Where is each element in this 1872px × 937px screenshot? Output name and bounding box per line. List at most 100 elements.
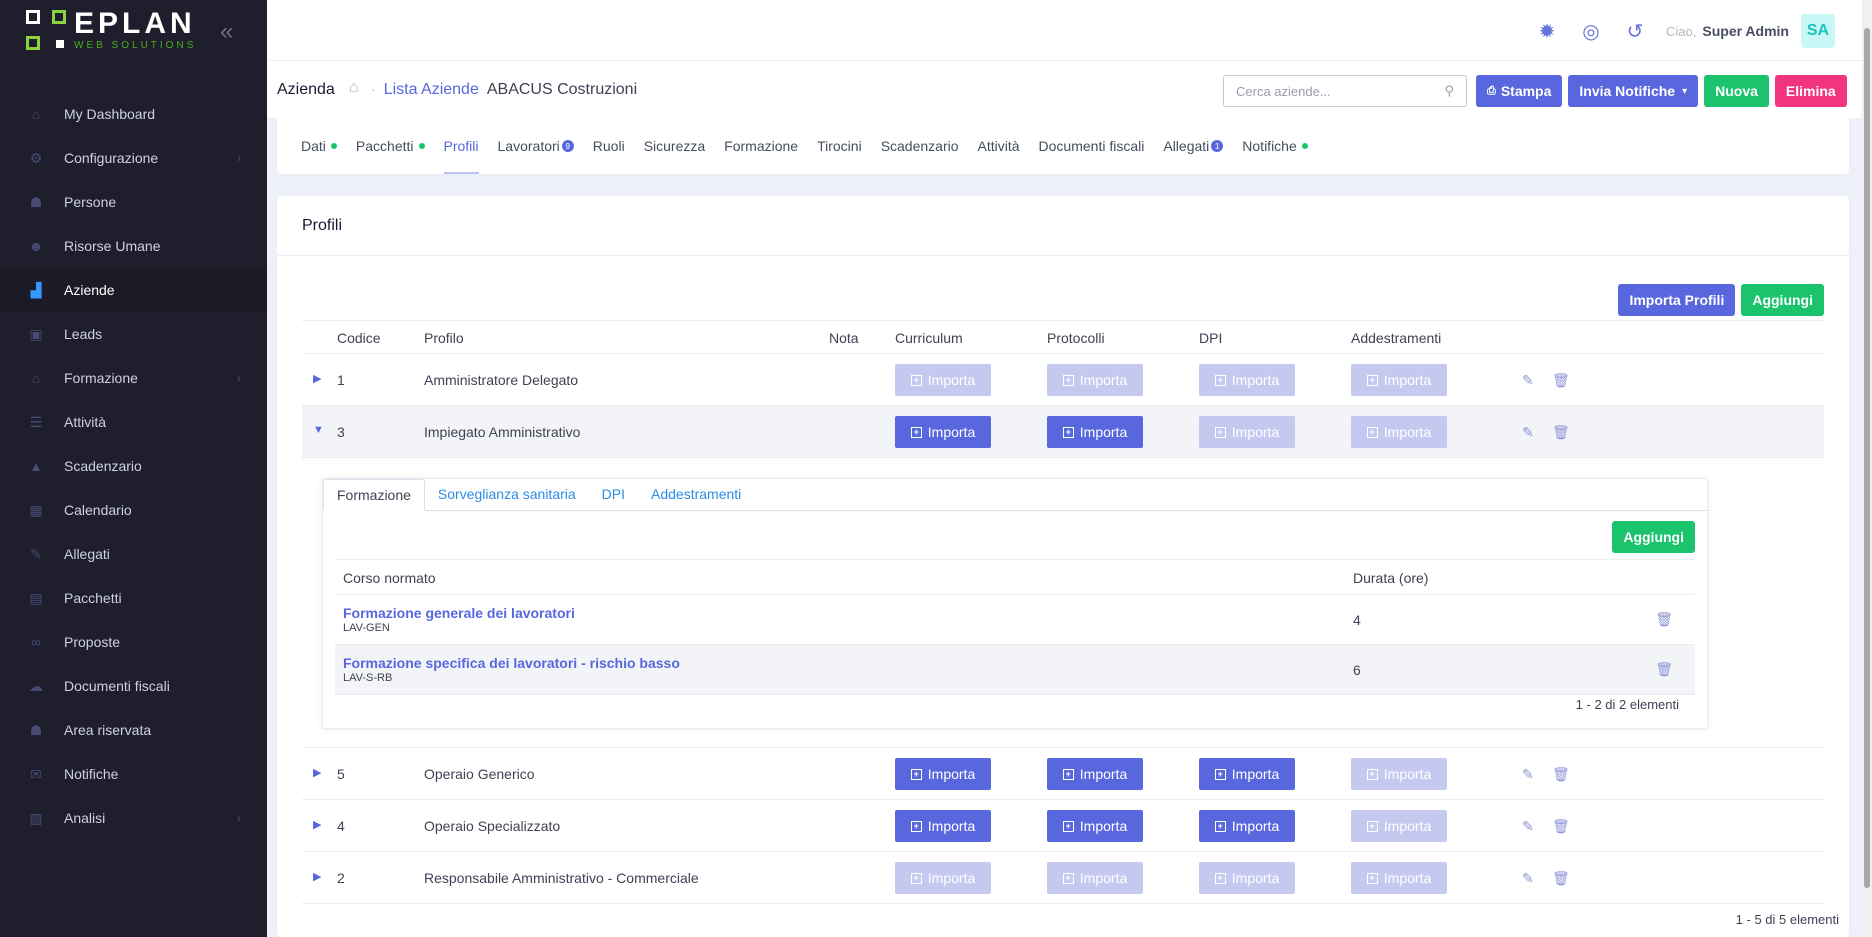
import-dpi-button[interactable]: + Importa (1199, 862, 1295, 894)
course-name-link[interactable]: Formazione specifica dei lavoratori - ri… (343, 655, 680, 671)
detail-tab-sorveglianza-sanitaria[interactable]: Sorveglianza sanitaria (425, 478, 589, 510)
import-training-button[interactable]: + Importa (1351, 364, 1447, 396)
import-protocols-button[interactable]: + Importa (1047, 862, 1143, 894)
import-dpi-button[interactable]: + Importa (1199, 810, 1295, 842)
trash-icon[interactable]: 🗑 (1552, 372, 1570, 389)
tab-allegati[interactable]: Allegati 1 (1163, 118, 1224, 174)
table-row[interactable]: ▶ 1 Amministratore Delegato + Importa + Import… (302, 354, 1824, 406)
search-input[interactable]: Cerca aziende... ⚲ (1223, 75, 1467, 107)
import-training-button[interactable]: + Importa (1351, 416, 1447, 448)
tab-pacchetti[interactable]: Pacchetti (356, 118, 425, 174)
edit-icon[interactable]: ✎ (1522, 424, 1534, 441)
collapse-sidebar-icon[interactable]: « (220, 18, 233, 46)
sidebar-item-formazione[interactable]: ⌂ Formazione › (0, 356, 267, 400)
tab-tirocini[interactable]: Tirocini (817, 118, 862, 174)
sidebar-item-attivit-[interactable]: ☰ Attività (0, 400, 267, 444)
edit-icon[interactable]: ✎ (1522, 372, 1534, 389)
detail-tab-dpi[interactable]: DPI (589, 478, 638, 510)
sidebar-item-allegati[interactable]: ✎ Allegati (0, 532, 267, 576)
sidebar-item-leads[interactable]: ▣ Leads (0, 312, 267, 356)
import-dpi-button[interactable]: + Importa (1199, 416, 1295, 448)
settings-icon[interactable]: ✹ (1536, 20, 1558, 43)
tab-sicurezza[interactable]: Sicurezza (644, 118, 705, 174)
detail-tab-formazione[interactable]: Formazione (323, 479, 425, 511)
sidebar-item-aziende[interactable]: ▟ Aziende (0, 268, 267, 312)
import-profiles-button[interactable]: Importa Profili (1618, 284, 1736, 316)
trash-icon[interactable]: 🗑 (1552, 818, 1570, 835)
add-course-button[interactable]: Aggiungi (1612, 521, 1695, 553)
import-dpi-button[interactable]: + Importa (1199, 364, 1295, 396)
search-icon[interactable]: ⚲ (1444, 83, 1454, 99)
user-name[interactable]: Super Admin (1702, 23, 1789, 39)
send-notifications-button[interactable]: Invia Notifiche ▾ (1568, 75, 1699, 107)
sidebar-item-persone[interactable]: ☗ Persone (0, 180, 267, 224)
collapse-row-icon[interactable]: ▼ (313, 424, 324, 436)
course-name-link[interactable]: Formazione generale dei lavoratori (343, 605, 575, 621)
sidebar-item-configurazione[interactable]: ⚙ Configurazione › (0, 136, 267, 180)
trash-icon[interactable]: 🗑 (1655, 611, 1673, 628)
import-curriculum-button[interactable]: + Importa (895, 758, 991, 790)
home-icon[interactable]: ⌂ (349, 79, 359, 97)
col-duration[interactable]: Durata (ore) (1353, 570, 1428, 586)
tab-profili[interactable]: Profili (443, 118, 479, 174)
trash-icon[interactable]: 🗑 (1552, 870, 1570, 887)
col-training[interactable]: Addestramenti (1351, 330, 1441, 346)
breadcrumb-link[interactable]: Lista Aziende (384, 81, 479, 99)
history-icon[interactable]: ↺ (1624, 20, 1646, 43)
import-protocols-button[interactable]: + Importa (1047, 416, 1143, 448)
sidebar-item-documenti-fiscali[interactable]: ☁ Documenti fiscali (0, 664, 267, 708)
col-course[interactable]: Corso normato (343, 570, 436, 586)
col-profile[interactable]: Profilo (424, 330, 464, 346)
col-note[interactable]: Nota (829, 330, 859, 346)
col-protocols[interactable]: Protocolli (1047, 330, 1105, 346)
avatar[interactable]: SA (1801, 14, 1835, 48)
table-row[interactable]: ▶ 4 Operaio Specializzato + Importa + Importa +… (302, 800, 1824, 852)
sidebar-item-area-riservata[interactable]: ☗ Area riservata (0, 708, 267, 752)
new-button[interactable]: Nuova (1704, 75, 1769, 107)
expand-row-icon[interactable]: ▶ (313, 818, 321, 831)
delete-button[interactable]: Elimina (1774, 75, 1847, 107)
import-curriculum-button[interactable]: + Importa (895, 416, 991, 448)
print-button[interactable]: ⎙ Stampa (1476, 75, 1563, 107)
expand-row-icon[interactable]: ▶ (313, 870, 321, 883)
sidebar-item-calendario[interactable]: ▦ Calendario (0, 488, 267, 532)
tab-lavoratori[interactable]: Lavoratori 9 (498, 118, 574, 174)
tab-formazione[interactable]: Formazione (724, 118, 798, 174)
tab-ruoli[interactable]: Ruoli (593, 118, 625, 174)
sidebar-item-notifiche[interactable]: ✉ Notifiche (0, 752, 267, 796)
sidebar-item-my-dashboard[interactable]: ⌂ My Dashboard (0, 92, 267, 136)
import-protocols-button[interactable]: + Importa (1047, 810, 1143, 842)
expand-row-icon[interactable]: ▶ (313, 766, 321, 779)
scrollbar[interactable] (1862, 0, 1872, 937)
add-profile-button[interactable]: Aggiungi (1741, 284, 1824, 316)
expand-row-icon[interactable]: ▶ (313, 372, 321, 385)
tab-dati[interactable]: Dati (301, 118, 337, 174)
col-curriculum[interactable]: Curriculum (895, 330, 963, 346)
trash-icon[interactable]: 🗑 (1552, 424, 1570, 441)
support-icon[interactable]: ◎ (1580, 20, 1602, 43)
import-protocols-button[interactable]: + Importa (1047, 758, 1143, 790)
edit-icon[interactable]: ✎ (1522, 766, 1534, 783)
tab-scadenzario[interactable]: Scadenzario (881, 118, 959, 174)
import-curriculum-button[interactable]: + Importa (895, 810, 991, 842)
sidebar-item-proposte[interactable]: ∞ Proposte (0, 620, 267, 664)
trash-icon[interactable]: 🗑 (1655, 661, 1673, 678)
edit-icon[interactable]: ✎ (1522, 870, 1534, 887)
col-dpi[interactable]: DPI (1199, 330, 1222, 346)
tab-notifiche[interactable]: Notifiche (1242, 118, 1308, 174)
import-training-button[interactable]: + Importa (1351, 862, 1447, 894)
trash-icon[interactable]: 🗑 (1552, 766, 1570, 783)
edit-icon[interactable]: ✎ (1522, 818, 1534, 835)
table-row[interactable]: ▶ 5 Operaio Generico + Importa + Importa + Impor… (302, 748, 1824, 800)
import-curriculum-button[interactable]: + Importa (895, 364, 991, 396)
table-row[interactable]: ▶ 2 Responsabile Amministrativo - Commerci… (302, 852, 1824, 904)
tab-attivit-[interactable]: Attività (978, 118, 1020, 174)
import-curriculum-button[interactable]: + Importa (895, 862, 991, 894)
import-protocols-button[interactable]: + Importa (1047, 364, 1143, 396)
sidebar-item-analisi[interactable]: ▨ Analisi › (0, 796, 267, 840)
import-training-button[interactable]: + Importa (1351, 758, 1447, 790)
table-row[interactable]: ▼ 3 Impiegato Amministrativo + Importa + Impor… (302, 406, 1824, 458)
sidebar-item-scadenzario[interactable]: ▲ Scadenzario (0, 444, 267, 488)
detail-tab-addestramenti[interactable]: Addestramenti (638, 478, 754, 510)
import-training-button[interactable]: + Importa (1351, 810, 1447, 842)
